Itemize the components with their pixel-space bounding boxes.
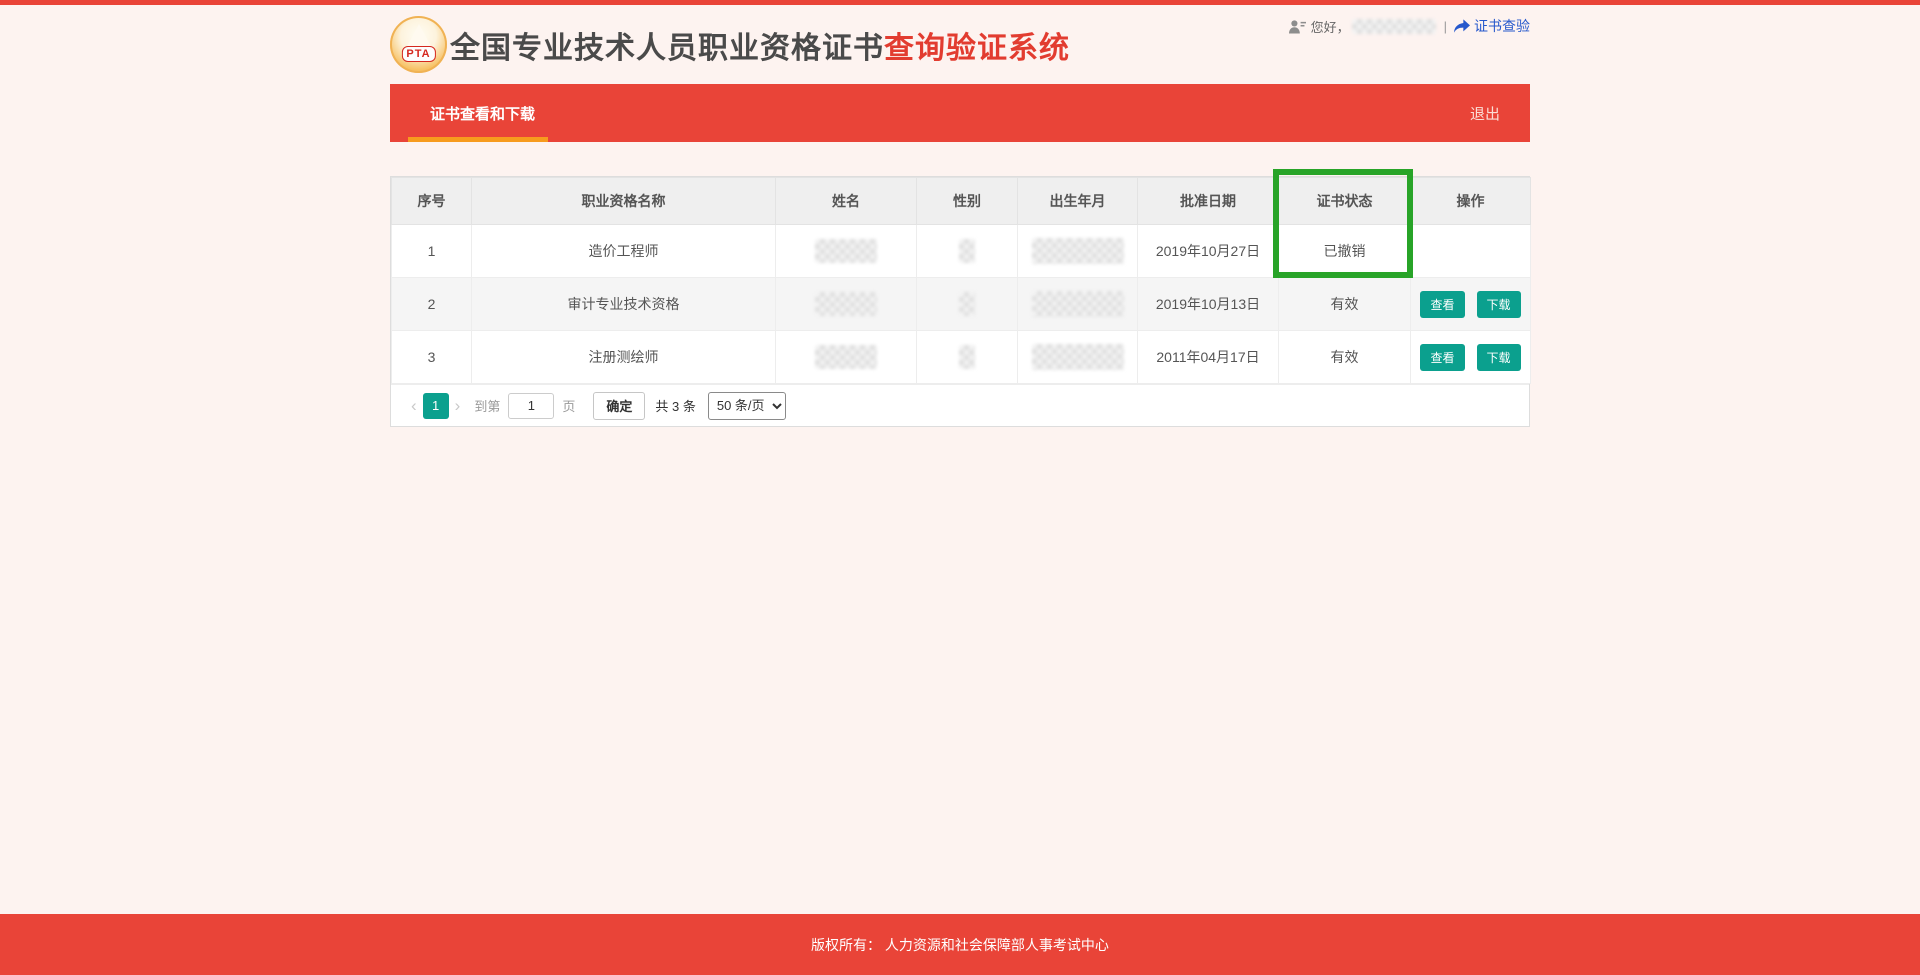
redacted-birth-cell [1018,331,1138,384]
redacted-birth [1032,344,1124,370]
page-title-main: 全国专业技术人员职业资格证书 [450,32,884,65]
redacted-username [1352,19,1436,34]
table-header-row: 序号职业资格名称姓名性别出生年月批准日期证书状态操作 [392,178,1531,225]
column-header: 证书状态 [1279,178,1411,225]
row-index: 2 [392,278,472,331]
redacted-gender [959,239,975,263]
logo-text: PTA [401,46,435,62]
certificate-table-container: 序号职业资格名称姓名性别出生年月批准日期证书状态操作 1造价工程师2019年10… [390,176,1530,427]
redacted-gender-cell [917,331,1018,384]
active-tab-underline [408,137,548,142]
redacted-gender [959,292,975,316]
separator: | [1444,19,1447,34]
qualification-name: 注册测绘师 [472,331,776,384]
table-row: 3注册测绘师 2011年04月17日有效查看下载 [392,331,1531,384]
certificate-table: 序号职业资格名称姓名性别出生年月批准日期证书状态操作 1造价工程师 2019年10… [391,177,1531,384]
chevron-right-icon[interactable]: › [449,396,467,416]
table-row: 1造价工程师 2019年10月27日已撤销 [392,225,1531,278]
view-button[interactable]: 查看 [1420,344,1464,371]
redacted-name [815,345,877,369]
redacted-name-cell [776,278,917,331]
certificate-verify-link[interactable]: 证书查验 [1454,16,1530,36]
main-content: 序号职业资格名称姓名性别出生年月批准日期证书状态操作 1造价工程师2019年10… [390,176,1530,427]
page-title: 全国专业技术人员职业资格证书查询验证系统 [450,23,1070,67]
table-body: 1造价工程师 2019年10月27日已撤销 2审计专业技术资格 2019年10月13日… [392,225,1531,384]
link-arrow-icon [1454,19,1470,33]
copyright-text: 版权所有： 人力资源和社会保障部人事考试中心 [811,935,1109,955]
user-area: 您好， | 证书查验 [1289,16,1530,36]
download-button[interactable]: 下载 [1477,291,1521,318]
certificate-status: 有效 [1279,331,1411,384]
redacted-birth-cell [1018,278,1138,331]
page-title-accent: 查询验证系统 [884,32,1070,65]
pagination-bar: ‹ 1 › 到第 页 确定 共 3 条 50 条/页 [391,384,1529,426]
column-header: 操作 [1411,178,1531,225]
nav-bar: 证书查看和下载 退出 [390,84,1530,142]
verify-link-label: 证书查验 [1474,16,1530,36]
tab-view-download[interactable]: 证书查看和下载 [430,103,535,124]
actions-cell: 查看下载 [1411,278,1531,331]
page-header: PTA 全国专业技术人员职业资格证书查询验证系统 您好， | 证书查验 [390,5,1530,84]
page-size-select[interactable]: 50 条/页 [708,392,786,420]
approval-date: 2011年04月17日 [1138,331,1279,384]
column-header: 姓名 [776,178,917,225]
column-header: 性别 [917,178,1018,225]
page-footer: 版权所有： 人力资源和社会保障部人事考试中心 [0,914,1920,975]
redacted-gender [959,345,975,369]
actions-cell [1411,225,1531,278]
certificate-status: 已撤销 [1279,225,1411,278]
actions-cell: 查看下载 [1411,331,1531,384]
redacted-gender-cell [917,225,1018,278]
redacted-birth-cell [1018,225,1138,278]
total-count-label: 共 3 条 [655,396,695,415]
certificate-status: 有效 [1279,278,1411,331]
row-index: 1 [392,225,472,278]
confirm-button[interactable]: 确定 [593,392,645,420]
redacted-birth [1032,238,1124,264]
logo-rays [406,24,432,48]
view-button[interactable]: 查看 [1420,291,1464,318]
download-button[interactable]: 下载 [1477,344,1521,371]
row-index: 3 [392,331,472,384]
current-page-button[interactable]: 1 [423,393,449,419]
brand: PTA 全国专业技术人员职业资格证书查询验证系统 [390,16,1070,73]
redacted-name [815,239,877,263]
goto-page-suffix: 页 [562,396,575,415]
redacted-name [815,292,877,316]
column-header: 职业资格名称 [472,178,776,225]
column-header: 序号 [392,178,472,225]
approval-date: 2019年10月13日 [1138,278,1279,331]
greeting-text: 您好， [1311,17,1350,36]
column-header: 出生年月 [1018,178,1138,225]
logout-button[interactable]: 退出 [1470,103,1500,124]
table-row: 2审计专业技术资格 2019年10月13日有效查看下载 [392,278,1531,331]
user-icon [1289,19,1306,34]
goto-page-input[interactable] [508,393,554,419]
goto-page-prefix: 到第 [474,396,500,415]
qualification-name: 造价工程师 [472,225,776,278]
column-header: 批准日期 [1138,178,1279,225]
approval-date: 2019年10月27日 [1138,225,1279,278]
redacted-name-cell [776,331,917,384]
qualification-name: 审计专业技术资格 [472,278,776,331]
pta-logo-icon: PTA [390,16,447,73]
redacted-birth [1032,291,1124,317]
chevron-left-icon[interactable]: ‹ [405,396,423,416]
redacted-gender-cell [917,278,1018,331]
redacted-name-cell [776,225,917,278]
